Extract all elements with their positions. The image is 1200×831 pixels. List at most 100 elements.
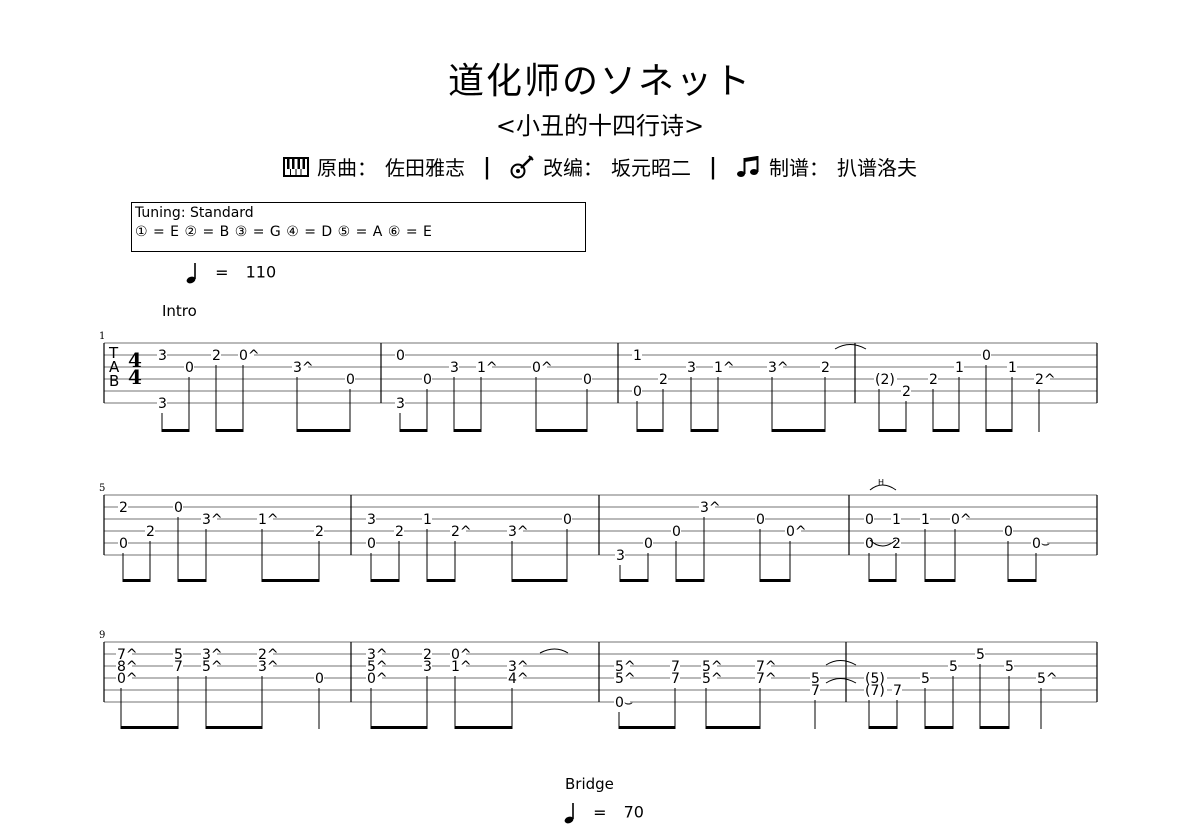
beam <box>162 429 189 432</box>
fret-number: 2 <box>395 524 404 540</box>
tie-arc <box>834 344 867 350</box>
fret-number: 1 <box>633 348 642 364</box>
fret-number: 0^ <box>951 512 972 528</box>
fret-number: 0 <box>185 360 194 376</box>
fret-number: 5 <box>976 647 985 663</box>
fret-number: 0^ <box>239 348 260 364</box>
fret-number: (7) <box>865 683 885 699</box>
fret-number: 0 <box>865 536 874 552</box>
fret-number: 0 <box>633 384 642 400</box>
fret-number: 1 <box>423 512 432 528</box>
fret-number: 5 <box>921 671 930 687</box>
tab-clef-letter: B <box>109 372 119 390</box>
fret-number: 3 <box>396 396 405 412</box>
fret-number: 7 <box>811 683 820 699</box>
fret-number: 5^ <box>702 671 723 687</box>
fret-number: 1 <box>892 512 901 528</box>
beam <box>869 579 896 582</box>
fret-number: 3 <box>423 659 432 675</box>
fret-number: 1^ <box>477 360 498 376</box>
fret-number: 3^ <box>258 659 279 675</box>
beam <box>706 726 760 729</box>
fret-number: 0⌣ <box>615 695 633 711</box>
beam <box>206 726 262 729</box>
fret-number: 7 <box>174 659 183 675</box>
beam <box>297 429 350 432</box>
fret-number: 1^ <box>258 512 279 528</box>
fret-number: 2 <box>821 360 830 376</box>
fret-number: 0 <box>423 372 432 388</box>
fret-number: 2 <box>212 348 221 364</box>
fret-number: (2) <box>875 372 895 388</box>
fret-number: 5 <box>949 659 958 675</box>
fret-number: 0 <box>174 500 183 516</box>
fret-number: 2 <box>892 536 901 552</box>
fret-number: 1 <box>921 512 930 528</box>
fret-number: 2 <box>659 372 668 388</box>
fret-number: 0 <box>1004 524 1013 540</box>
beam <box>691 429 718 432</box>
fret-number: 0 <box>756 512 765 528</box>
fret-number: 2^ <box>451 524 472 540</box>
fret-number: 5^ <box>615 671 636 687</box>
fret-number: 3 <box>367 512 376 528</box>
beam <box>454 429 481 432</box>
fret-number: 0 <box>563 512 572 528</box>
beam <box>371 726 427 729</box>
fret-number: 3 <box>158 348 167 364</box>
beam <box>121 726 178 729</box>
beam <box>455 726 512 729</box>
fret-number: 0 <box>396 348 405 364</box>
fret-number: 3 <box>687 360 696 376</box>
measure-number: 9 <box>99 630 105 641</box>
fret-number: 0 <box>367 536 376 552</box>
beam <box>676 579 704 582</box>
fret-number: 1^ <box>714 360 735 376</box>
beam <box>760 579 790 582</box>
fret-number: 0 <box>583 372 592 388</box>
fret-number: 0 <box>865 512 874 528</box>
fret-number: 3^ <box>293 360 314 376</box>
fret-number: 0 <box>346 372 355 388</box>
beam <box>400 429 427 432</box>
beam <box>986 429 1012 432</box>
fret-number: 5 <box>1005 659 1014 675</box>
fret-number: 0^ <box>786 524 807 540</box>
hammer-on-mark: H <box>878 478 884 487</box>
tie-arc <box>539 648 569 654</box>
fret-number: 3^ <box>700 500 721 516</box>
fret-number: 3 <box>158 396 167 412</box>
fret-number: 3^ <box>768 360 789 376</box>
beam <box>123 579 150 582</box>
beam <box>925 726 953 729</box>
beam <box>980 726 1009 729</box>
fret-number: 3^ <box>508 524 529 540</box>
fret-number: 3 <box>616 548 625 564</box>
beam <box>772 429 825 432</box>
fret-number: 2 <box>146 524 155 540</box>
fret-number: 4^ <box>508 671 529 687</box>
beam <box>427 579 455 582</box>
tie-arc <box>825 678 857 684</box>
beam <box>637 429 663 432</box>
tie-arc <box>825 660 857 666</box>
fret-number: 5^ <box>202 659 223 675</box>
fret-number: 0 <box>982 348 991 364</box>
beam <box>933 429 959 432</box>
fret-number: 1 <box>1008 360 1017 376</box>
fret-number: 0⌣ <box>1032 536 1050 552</box>
beam <box>619 726 675 729</box>
beam <box>371 579 399 582</box>
fret-number: 5^ <box>1037 671 1058 687</box>
beam <box>925 579 955 582</box>
fret-number: 0^ <box>367 671 388 687</box>
fret-number: 7^ <box>756 671 777 687</box>
fret-number: 3 <box>450 360 459 376</box>
fret-number: 0^ <box>532 360 553 376</box>
measure-number: 1 <box>99 331 105 342</box>
beam <box>178 579 206 582</box>
fret-number: 2 <box>315 524 324 540</box>
fret-number: 0 <box>644 536 653 552</box>
fret-number: 0 <box>119 536 128 552</box>
beam <box>536 429 587 432</box>
